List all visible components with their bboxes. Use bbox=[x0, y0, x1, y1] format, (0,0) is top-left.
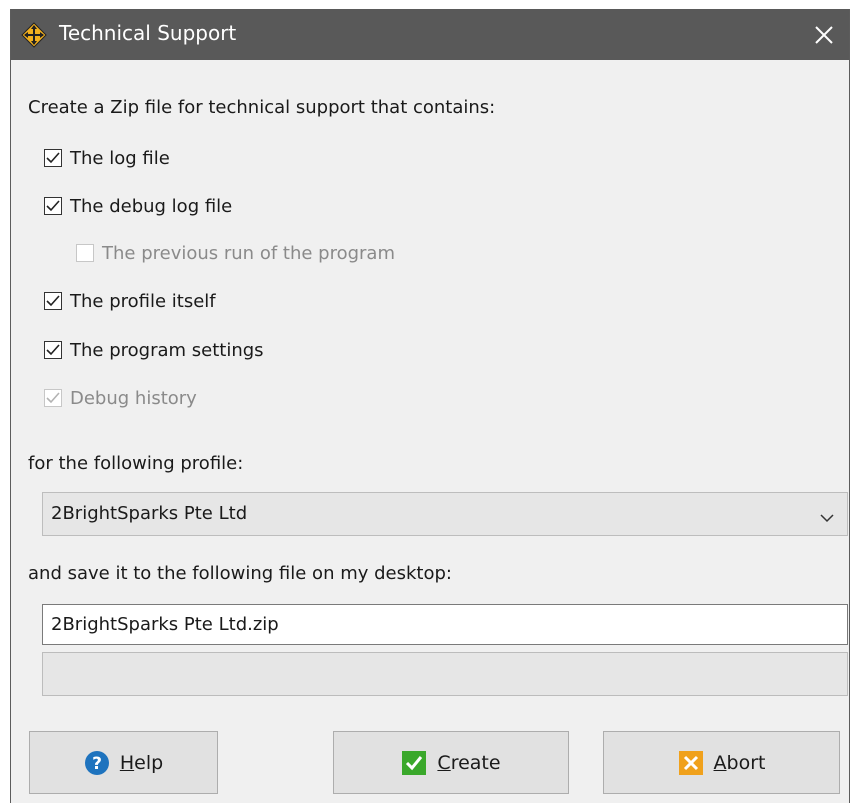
abort-icon bbox=[678, 750, 704, 776]
debug-log-file-checkbox[interactable] bbox=[44, 197, 62, 215]
profile-itself-label: The profile itself bbox=[70, 290, 216, 312]
abort-button[interactable]: Abort bbox=[603, 731, 840, 794]
create-button[interactable]: Create bbox=[333, 731, 569, 794]
window-title: Technical Support bbox=[59, 21, 237, 45]
program-settings-checkbox[interactable] bbox=[44, 341, 62, 359]
option-log-file[interactable]: The log file bbox=[44, 145, 170, 171]
debug-log-file-label: The debug log file bbox=[70, 195, 233, 217]
option-previous-run: The previous run of the program bbox=[76, 240, 395, 266]
log-file-checkbox[interactable] bbox=[44, 149, 62, 167]
move-cross-icon bbox=[21, 22, 47, 48]
help-label: Help bbox=[119, 751, 164, 774]
profile-itself-checkbox[interactable] bbox=[44, 292, 62, 310]
debug-history-checkbox bbox=[44, 389, 62, 407]
option-debug-log-file[interactable]: The debug log file bbox=[44, 193, 232, 219]
filename-input[interactable] bbox=[42, 604, 848, 645]
option-debug-history: Debug history bbox=[44, 385, 197, 411]
debug-history-label: Debug history bbox=[70, 387, 197, 409]
svg-text:?: ? bbox=[92, 754, 102, 774]
profile-select-value: 2BrightSparks Pte Ltd bbox=[51, 503, 248, 524]
help-icon: ? bbox=[84, 750, 110, 776]
previous-run-label: The previous run of the program bbox=[102, 242, 395, 264]
profile-label: for the following profile: bbox=[28, 453, 244, 474]
close-button[interactable] bbox=[799, 9, 849, 60]
progress-bar bbox=[42, 652, 848, 696]
checkmark-icon bbox=[401, 750, 427, 776]
option-profile-itself[interactable]: The profile itself bbox=[44, 288, 216, 314]
close-icon bbox=[815, 25, 833, 44]
chevron-down-icon bbox=[819, 508, 835, 527]
create-label: Create bbox=[437, 751, 501, 774]
technical-support-dialog: Technical Support Create a Zip file for … bbox=[10, 9, 850, 803]
help-button[interactable]: ? Help bbox=[29, 731, 218, 794]
log-file-label: The log file bbox=[70, 147, 170, 169]
program-settings-label: The program settings bbox=[70, 339, 264, 361]
profile-select[interactable]: 2BrightSparks Pte Ltd bbox=[42, 492, 848, 536]
title-bar: Technical Support bbox=[11, 9, 849, 60]
intro-label: Create a Zip file for technical support … bbox=[28, 97, 496, 118]
previous-run-checkbox bbox=[76, 244, 94, 262]
save-label: and save it to the following file on my … bbox=[28, 563, 452, 584]
abort-label: Abort bbox=[713, 751, 766, 774]
option-program-settings[interactable]: The program settings bbox=[44, 337, 264, 363]
